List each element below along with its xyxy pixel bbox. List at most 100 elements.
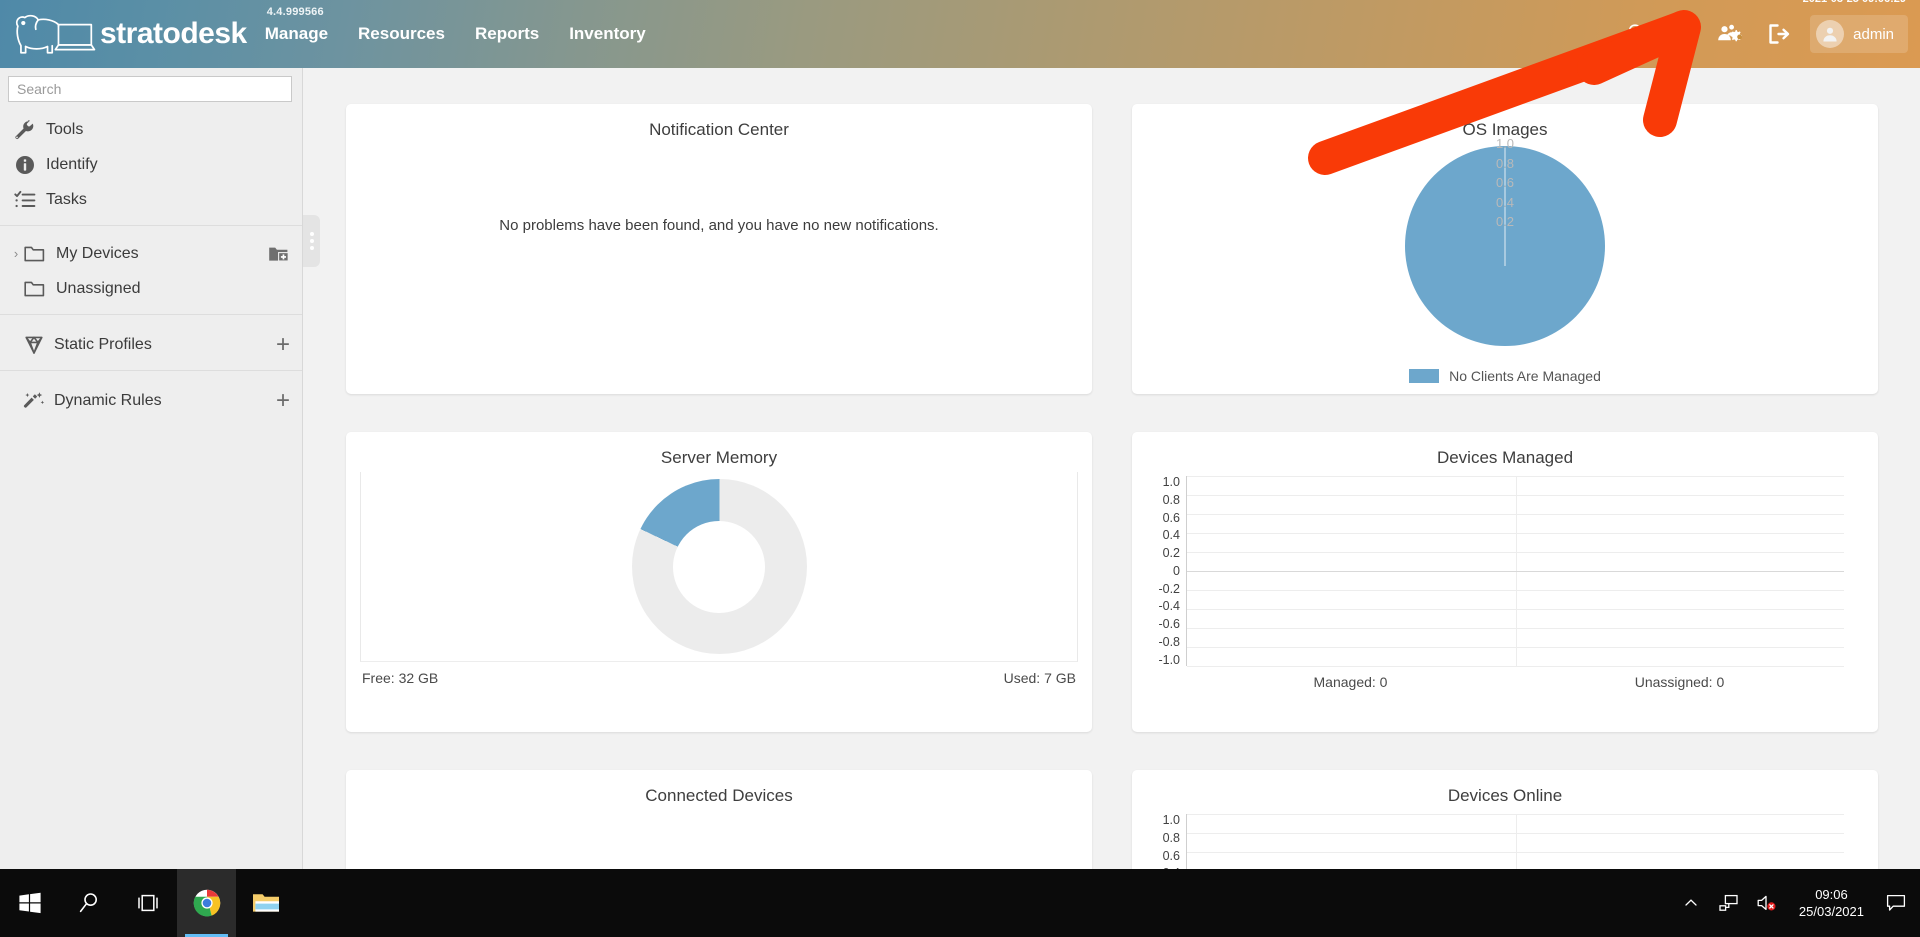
sidebar-item-label: Dynamic Rules [54, 391, 162, 409]
chrome-button[interactable] [177, 869, 236, 937]
devices-managed-chart[interactable]: 1.0 0.8 0.6 0.4 0.2 0 -0.2 -0.4 -0.6 -0.8 -1.0 [1146, 476, 1864, 667]
gridline [1187, 571, 1844, 572]
y-tick: -0.8 [1158, 634, 1180, 649]
y-tick: 0.6 [1162, 510, 1180, 525]
card-notification-center: Notification Center No problems have bee… [346, 104, 1092, 394]
user-menu[interactable]: admin [1810, 15, 1908, 53]
app-root: stratodesk 4.4.999566 Manage Resources R… [0, 0, 1920, 937]
add-folder-icon[interactable] [268, 245, 290, 263]
sidebar-item-tasks[interactable]: Tasks [0, 182, 302, 217]
sidebar-item-identify[interactable]: Identify [0, 147, 302, 182]
plot-area [1186, 814, 1844, 869]
y-axis-tick-labels: 1.00.80.60.40.20-0.2-0.4-0.6-0.8-1.0 [1146, 814, 1180, 869]
search-box [0, 68, 302, 110]
card-server-memory: Server Memory Free: 32 GB Used: 7 GB [346, 432, 1092, 732]
os-images-legend: No Clients Are Managed [1146, 368, 1864, 384]
gridline [1187, 495, 1844, 496]
search-input[interactable] [8, 76, 292, 102]
chevron-right-icon[interactable]: › [8, 247, 24, 260]
y-tick: -0.2 [1158, 581, 1180, 596]
sidebar-item-tools[interactable]: Tools [0, 112, 302, 147]
dashboard-grid: Notification Center No problems have bee… [346, 104, 1878, 869]
y-tick: -0.6 [1158, 617, 1180, 631]
pie-slice-no-clients-are-managed[interactable]: 1.0 0.8 0.6 0.4 0.2 [1405, 136, 1605, 346]
server-memory-footer: Free: 32 GB Used: 7 GB [360, 670, 1078, 686]
sidebar-device-tree: › My Devices Unassigned [0, 226, 302, 315]
user-management-icon[interactable] [1714, 17, 1748, 51]
nav-item-inventory[interactable]: Inventory [569, 24, 646, 44]
bell-icon[interactable] [1618, 17, 1652, 51]
cloud-upload-icon[interactable] [1666, 17, 1700, 51]
search-button[interactable] [59, 869, 118, 937]
gridline [1187, 609, 1844, 610]
sidebar-item-label: Identify [46, 155, 98, 173]
memory-donut[interactable] [631, 479, 807, 654]
x-tick-managed: Managed: 0 [1313, 674, 1388, 690]
gridline [1187, 533, 1844, 534]
gridline [1187, 814, 1844, 815]
os-images-pie-chart[interactable]: 1.0 0.8 0.6 0.4 0.2 [1146, 136, 1864, 358]
sidebar-collapse-handle[interactable] [303, 215, 320, 267]
sidebar-static-profiles-group: Static Profiles + [0, 315, 302, 371]
card-title: Connected Devices [645, 786, 793, 805]
card-title: Devices Managed [1436, 448, 1574, 467]
brand-name: stratodesk [100, 17, 247, 50]
logout-icon[interactable] [1762, 17, 1796, 51]
gridline [1187, 476, 1844, 477]
sidebar-item-label: Tools [46, 120, 84, 138]
task-view-button[interactable] [118, 869, 177, 937]
dashboard-main: Notification Center No problems have bee… [304, 68, 1920, 869]
top-header-bar: stratodesk 4.4.999566 Manage Resources R… [0, 0, 1920, 68]
gridline [1187, 552, 1844, 553]
sidebar-item-my-devices[interactable]: › My Devices [0, 236, 302, 271]
header-datetime: 2021-03-25 09:06:29 [1803, 0, 1906, 5]
sidebar-item-label: Unassigned [56, 279, 141, 297]
primary-nav: Manage Resources Reports Inventory [265, 24, 646, 44]
magic-wand-icon [22, 389, 48, 413]
sidebar-item-label: Tasks [46, 190, 87, 208]
avatar [1816, 20, 1845, 48]
add-dynamic-rule-icon[interactable]: + [276, 388, 290, 413]
card-title: Devices Online [1447, 786, 1563, 805]
tray-clock[interactable]: 09:06 25/03/2021 [1787, 886, 1876, 920]
diamond-icon [22, 333, 48, 357]
category-divider [1515, 814, 1517, 869]
gridline [1187, 590, 1844, 591]
card-os-images: OS Images 1.0 0.8 0.6 0.4 0.2 No Clients… [1132, 104, 1878, 394]
tray-date: 25/03/2021 [1798, 904, 1864, 919]
volume-muted-icon[interactable] [1749, 869, 1785, 937]
wrench-icon [14, 118, 40, 142]
y-tick: 0.8 [1162, 492, 1180, 507]
memory-used-label: Used: 7 GB [1003, 670, 1076, 686]
add-static-profile-icon[interactable]: + [276, 332, 290, 357]
legend-swatch [1409, 369, 1440, 383]
nav-item-manage[interactable]: Manage [265, 24, 328, 44]
brand-logo[interactable]: stratodesk [0, 10, 247, 58]
pie-residual-axis-line [1504, 148, 1506, 266]
sidebar-item-label: Static Profiles [54, 335, 152, 353]
y-tick: 0.6 [1162, 848, 1180, 863]
sidebar-item-dynamic-rules[interactable]: Dynamic Rules + [0, 383, 302, 418]
card-title: OS Images [1462, 120, 1548, 139]
system-tray: 09:06 25/03/2021 [1673, 869, 1920, 937]
chevron-up-icon[interactable] [1673, 869, 1709, 937]
x-tick-unassigned: Unassigned: 0 [1634, 674, 1725, 690]
file-explorer-button[interactable] [236, 869, 295, 937]
gridline [1187, 514, 1844, 515]
server-memory-chart[interactable] [360, 472, 1078, 662]
action-center-icon[interactable] [1878, 869, 1914, 937]
card-devices-managed: Devices Managed 1.0 0.8 0.6 0.4 0.2 0 -0.2 -0.4… [1132, 432, 1878, 732]
nav-item-reports[interactable]: Reports [475, 24, 539, 44]
donut-hole [673, 520, 765, 613]
y-tick: 0.8 [1162, 830, 1180, 845]
network-icon[interactable] [1711, 869, 1747, 937]
primary-nav-wrapper: 4.4.999566 Manage Resources Reports Inve… [265, 6, 646, 44]
nav-item-resources[interactable]: Resources [358, 24, 445, 44]
gridline [1187, 666, 1844, 667]
card-title: Notification Center [649, 120, 789, 139]
sidebar-tools-group: Tools Identify Tasks [0, 110, 302, 226]
sidebar-item-static-profiles[interactable]: Static Profiles + [0, 327, 302, 362]
sidebar-item-unassigned[interactable]: Unassigned [0, 271, 302, 306]
start-button[interactable] [0, 869, 59, 937]
devices-online-chart[interactable]: 1.00.80.60.40.20-0.2-0.4-0.6-0.8-1.0 [1146, 814, 1864, 869]
